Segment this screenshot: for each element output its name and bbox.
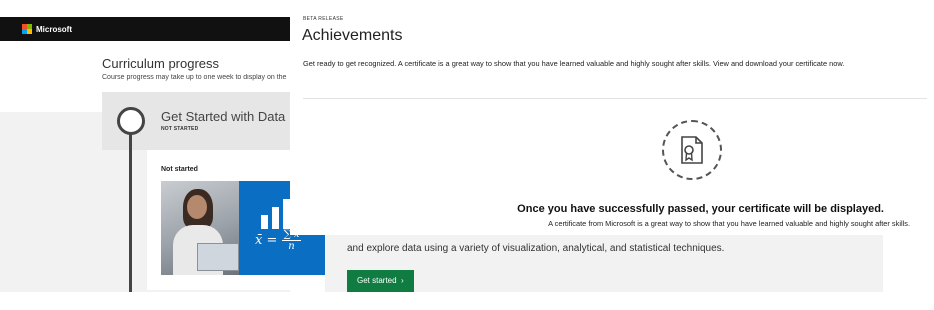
achievements-title: Achievements: [302, 27, 403, 44]
curriculum-subtitle: Course progress may take up to one week …: [102, 74, 287, 81]
bar-graph-icon: [261, 199, 290, 229]
divider: [303, 98, 927, 99]
bottom-strip: [0, 292, 934, 310]
curriculum-title: Curriculum progress: [102, 56, 220, 71]
progress-timeline-line: [129, 134, 132, 294]
certificate-icon: [681, 136, 703, 164]
achievements-description: Get ready to get recognized. A certifica…: [303, 59, 845, 68]
formula-lhs: x̄ =: [255, 233, 278, 248]
get-started-label: Get started: [357, 276, 397, 285]
achievements-panel: BETA RELEASE Achievements Get ready to g…: [290, 0, 934, 235]
get-started-button[interactable]: Get started ›: [347, 270, 414, 292]
card-status: Not started: [161, 166, 198, 173]
brand-name: Microsoft: [36, 24, 72, 34]
course-hero-image: [161, 181, 239, 275]
microsoft-logo[interactable]: Microsoft: [22, 24, 72, 34]
progress-ring-icon: [117, 107, 145, 135]
beta-release-label: BETA RELEASE: [303, 16, 344, 22]
certificate-placeholder: [662, 120, 722, 180]
course-title[interactable]: Get Started with Data: [161, 109, 290, 124]
formula-denominator: n: [288, 241, 295, 252]
chevron-right-icon: ›: [398, 276, 404, 285]
certificate-message: Once you have successfully passed, your …: [517, 203, 884, 215]
certificate-subtext: A certificate from Microsoft is a great …: [548, 219, 910, 228]
course-description: and explore data using a variety of visu…: [347, 243, 725, 254]
microsoft-logo-icon: [22, 24, 32, 34]
top-nav-bar: Microsoft: [0, 17, 290, 41]
course-status: NOT STARTED: [161, 126, 199, 132]
